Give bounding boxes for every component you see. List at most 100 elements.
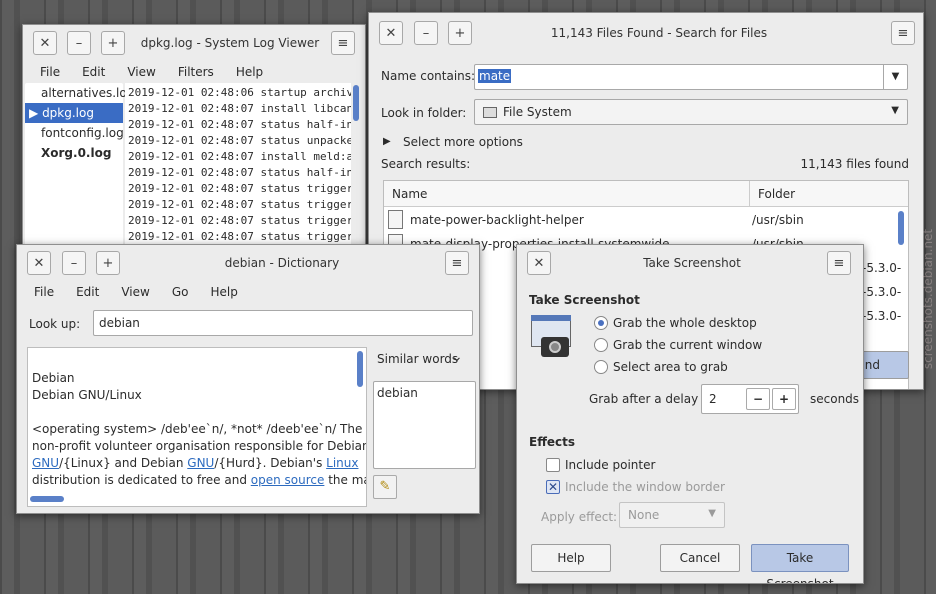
maximize-button[interactable]: +: [448, 21, 472, 45]
menu-filters[interactable]: Filters: [167, 65, 225, 79]
log-scrollbar[interactable]: [353, 85, 359, 121]
include-pointer-label[interactable]: Include pointer: [565, 458, 655, 472]
name-contains-label: Name contains:: [381, 69, 476, 83]
close-button[interactable]: ✕: [379, 21, 403, 45]
log-line: 2019-12-01 02:48:07 status triggers-p: [128, 182, 351, 195]
take-screenshot-button-label: Take Screenshot: [766, 551, 834, 584]
log-file-item-selected[interactable]: ▶ dpkg.log: [25, 103, 123, 123]
menu-view[interactable]: View: [116, 65, 166, 79]
close-button[interactable]: ✕: [527, 251, 551, 275]
log-file-item[interactable]: alternatives.log: [25, 83, 134, 103]
expand-arrow-icon: ▶: [29, 106, 39, 120]
log-line: 2019-12-01 02:48:07 status triggers-p: [128, 214, 351, 227]
similar-word-item[interactable]: debian: [374, 382, 475, 404]
take-screenshot-button[interactable]: Take Screenshot: [751, 544, 849, 583]
window-title: debian - Dictionary: [224, 256, 340, 270]
log-file-item[interactable]: fontconfig.log: [25, 123, 124, 143]
section-title: Take Screenshot: [529, 293, 640, 307]
delay-spinbutton[interactable]: 2 − +: [701, 384, 799, 414]
log-file-item[interactable]: Xorg.0.log: [25, 143, 123, 163]
close-button[interactable]: ✕: [33, 31, 57, 55]
menu-edit[interactable]: Edit: [71, 65, 116, 79]
chevron-down-icon[interactable]: ⌄: [451, 349, 463, 365]
menu-help[interactable]: Help: [225, 65, 274, 79]
grab-window-label[interactable]: Grab the current window: [613, 338, 762, 352]
log-viewer-menubar: File Edit View Filters Help: [23, 61, 365, 83]
effects-title: Effects: [529, 435, 576, 449]
help-button-label: Help: [557, 551, 585, 565]
definition-fragment: distribution is dedicated to free and: [32, 473, 251, 487]
clear-broom-icon[interactable]: ✎: [373, 475, 397, 499]
decrement-button[interactable]: −: [746, 388, 770, 410]
include-border-checkbox[interactable]: ✕: [546, 480, 560, 494]
definition-scrollbar[interactable]: [357, 351, 363, 387]
menu-button[interactable]: ≡: [891, 21, 915, 45]
minimize-button[interactable]: –: [67, 31, 91, 55]
gnu-link[interactable]: GNU: [187, 456, 214, 470]
dropdown-arrow-icon: ▼: [891, 105, 899, 116]
look-up-input[interactable]: debian: [93, 310, 473, 336]
open-source-link[interactable]: open source: [251, 473, 325, 487]
find-button-label: ind: [861, 358, 880, 372]
close-button[interactable]: ✕: [27, 251, 51, 275]
apply-effect-select[interactable]: None ▼: [619, 502, 725, 528]
grab-area-label[interactable]: Select area to grab: [613, 360, 728, 374]
grab-area-radio[interactable]: [594, 360, 608, 374]
grab-window-radio[interactable]: [594, 338, 608, 352]
log-viewer-window: ✕ – + dpkg.log - System Log Viewer ≡ Fil…: [22, 24, 366, 250]
log-line: 2019-12-01 02:48:07 install libcanber: [128, 102, 351, 115]
definition-view: Debian Debian GNU/Linux <operating syste…: [27, 347, 367, 507]
look-in-folder-select[interactable]: File System ▼: [474, 99, 908, 125]
window-title: 11,143 Files Found - Search for Files: [550, 26, 768, 40]
include-border-label[interactable]: Include the window border: [565, 480, 725, 494]
menu-edit[interactable]: Edit: [65, 285, 110, 299]
log-line: 2019-12-01 02:48:07 status half-insta: [128, 118, 351, 131]
minimize-button[interactable]: –: [62, 251, 86, 275]
menu-button[interactable]: ≡: [445, 251, 469, 275]
maximize-button[interactable]: +: [96, 251, 120, 275]
name-contains-input[interactable]: mate ▼: [474, 64, 908, 90]
table-row[interactable]: mate-power-backlight-helper /usr/sbin: [384, 209, 896, 231]
increment-button[interactable]: +: [772, 388, 796, 410]
minimize-button[interactable]: –: [414, 21, 438, 45]
results-scrollbar[interactable]: [898, 211, 904, 245]
dictionary-titlebar: ✕ – + debian - Dictionary ≡: [17, 245, 479, 281]
column-header-folder[interactable]: Folder: [750, 181, 908, 207]
maximize-button[interactable]: +: [101, 31, 125, 55]
dictionary-menubar: File Edit View Go Help: [17, 281, 479, 303]
apply-effect-label: Apply effect:: [541, 510, 618, 524]
delay-value: 2: [709, 392, 717, 406]
menu-view[interactable]: View: [110, 285, 160, 299]
window-title: dpkg.log - System Log Viewer: [140, 36, 320, 50]
partial-folder-cell: -5.3.0-: [862, 261, 902, 275]
horizontal-scrollbar[interactable]: [30, 496, 64, 502]
dropdown-arrow-icon: ▼: [708, 508, 716, 519]
menu-button[interactable]: ≡: [827, 251, 851, 275]
definition-line: <operating system> /deb'ee`n/, *not* /de…: [32, 422, 363, 436]
partial-folder-cell: -5.3.0-: [862, 285, 902, 299]
similar-words-label[interactable]: Similar words: [377, 352, 458, 366]
menu-button[interactable]: ≡: [331, 31, 355, 55]
column-header-name[interactable]: Name: [384, 181, 750, 207]
cancel-button[interactable]: Cancel: [660, 544, 740, 572]
dropdown-arrow-icon[interactable]: ▼: [883, 65, 907, 89]
file-name: mate-power-backlight-helper: [410, 213, 584, 227]
window-title: Take Screenshot: [643, 256, 741, 270]
file-icon: [388, 210, 403, 229]
more-options-expander[interactable]: Select more options: [403, 135, 523, 149]
menu-help[interactable]: Help: [199, 285, 248, 299]
definition-fragment: /{Hurd}. Debian's: [214, 456, 327, 470]
grab-desktop-label[interactable]: Grab the whole desktop: [613, 316, 757, 330]
look-up-label: Look up:: [29, 317, 81, 331]
menu-file[interactable]: File: [29, 65, 71, 79]
gnu-link[interactable]: GNU: [32, 456, 59, 470]
grab-desktop-radio[interactable]: [594, 316, 608, 330]
menu-go[interactable]: Go: [161, 285, 200, 299]
definition-heading: Debian: [32, 371, 75, 385]
linux-link[interactable]: Linux: [326, 456, 358, 470]
expander-arrow-icon[interactable]: ▶: [383, 136, 391, 147]
delay-unit: seconds: [810, 392, 860, 406]
menu-file[interactable]: File: [23, 285, 65, 299]
help-button[interactable]: Help: [531, 544, 611, 572]
include-pointer-checkbox[interactable]: [546, 458, 560, 472]
